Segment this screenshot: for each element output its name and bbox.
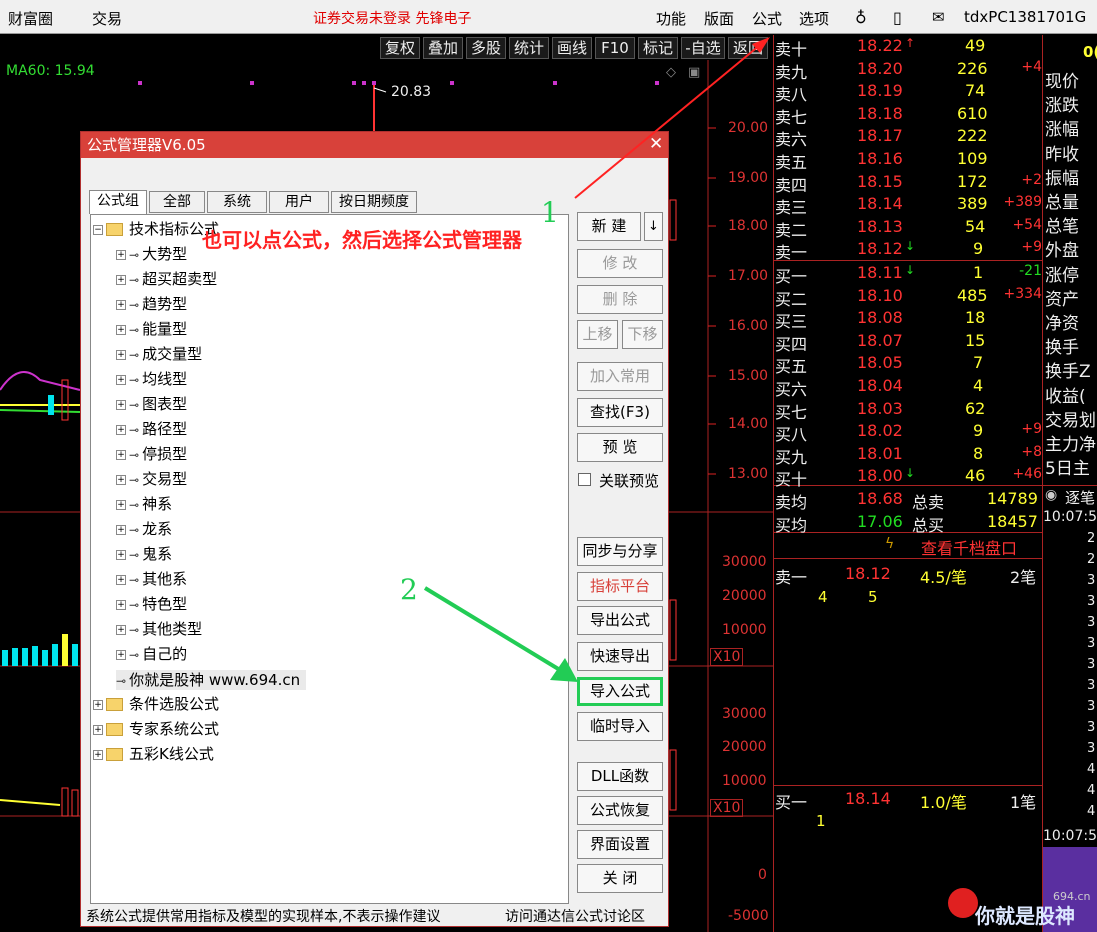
annotation-hint: 也可以点公式，然后选择公式管理器 [202,228,522,252]
logo-icon [948,888,978,918]
annotation-arrows [423,37,770,682]
annotation-number-2: 2 [400,573,418,606]
watermark-text: 你就是股神 [975,904,1075,928]
annotation-number-1: 1 [541,196,559,229]
